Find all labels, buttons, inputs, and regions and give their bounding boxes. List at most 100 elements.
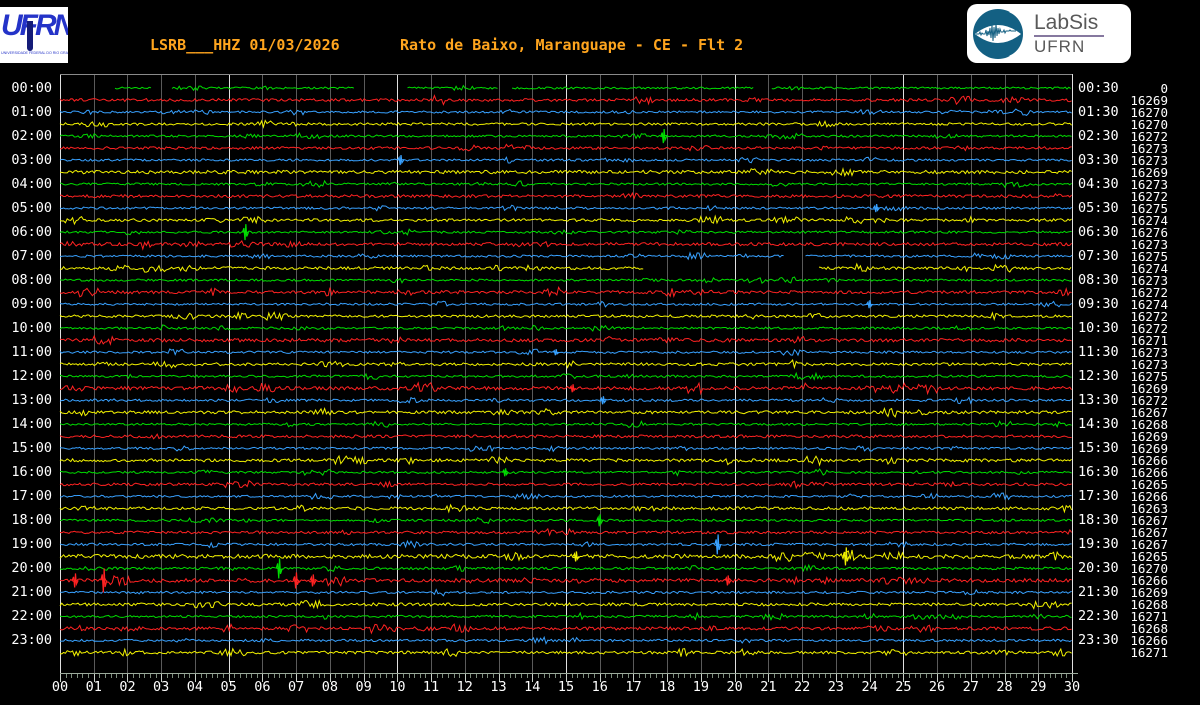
trace-row — [59, 262, 1072, 273]
minute-tick-label: 25 — [895, 679, 912, 695]
left-time-label: 03:00 — [11, 151, 52, 168]
trace-row — [59, 454, 1072, 467]
left-time-label: 14:00 — [11, 415, 52, 432]
trace-row — [59, 563, 1072, 572]
minute-tick-label: 06 — [254, 679, 271, 695]
minute-tick-label: 09 — [355, 679, 372, 695]
left-time-label: 16:00 — [11, 463, 52, 480]
left-time-label: 07:00 — [11, 247, 52, 264]
trace-row — [59, 516, 1072, 524]
left-time-label: 17:00 — [11, 487, 52, 504]
minute-tick-label: 20 — [726, 679, 743, 695]
trace-row — [59, 599, 1072, 610]
trace-row — [59, 108, 1072, 116]
trace-row — [59, 311, 1072, 322]
trace-row — [59, 276, 1072, 285]
left-time-label: 23:00 — [11, 631, 52, 648]
minute-tick-label: 12 — [456, 679, 473, 695]
helicorder-plot — [59, 74, 1078, 682]
minute-tick-label: 30 — [1063, 679, 1081, 695]
trace-row — [59, 119, 1072, 129]
trace-row — [59, 156, 1072, 164]
minute-tick-label: 13 — [490, 679, 507, 695]
minute-tick-label: 03 — [153, 679, 170, 695]
trace-row — [59, 539, 1072, 549]
trace-row — [59, 445, 1072, 453]
minute-tick-label: 08 — [321, 679, 338, 695]
helicorder-screen: UFRN UNIVERSIDADE FEDERAL DO RIO GRANDE … — [0, 0, 1200, 705]
event-spike — [309, 574, 317, 587]
left-time-label: 02:00 — [11, 127, 52, 144]
minute-tick-label: 00 — [51, 679, 69, 695]
trace-row — [59, 143, 1072, 152]
trace-row — [59, 492, 1072, 501]
left-time-label: 15:00 — [11, 439, 52, 456]
minute-tick-label: 28 — [996, 679, 1013, 695]
left-time-label: 19:00 — [11, 535, 52, 552]
trace-value-label: 16271 — [1130, 644, 1168, 660]
trace-row — [59, 94, 1072, 106]
trace-row — [59, 503, 1073, 514]
trace-row — [59, 191, 1072, 200]
trace-row — [114, 84, 1071, 92]
trace-row — [59, 647, 1072, 658]
trace-row — [59, 239, 1072, 251]
left-time-label: 11:00 — [11, 343, 52, 360]
trace-row — [59, 433, 1072, 440]
minute-tick-label: 07 — [287, 679, 305, 695]
minute-tick-label: 24 — [861, 679, 878, 695]
trace-row — [59, 527, 1073, 537]
left-time-label: 01:00 — [11, 103, 52, 120]
trace-row — [59, 334, 1072, 346]
trace-row — [59, 406, 1072, 418]
minute-tick-label: 02 — [119, 679, 136, 695]
trace-row — [59, 371, 1072, 381]
left-time-label: 08:00 — [11, 271, 52, 288]
minute-tick-label: 15 — [557, 679, 575, 695]
trace-row — [59, 574, 1072, 587]
minute-tick-label: 01 — [85, 679, 102, 695]
trace-row — [59, 300, 1072, 308]
minute-tick-label: 10 — [389, 679, 406, 695]
trace-row — [59, 611, 1072, 622]
left-time-label: 05:00 — [11, 199, 52, 216]
left-time-label: 06:00 — [11, 223, 52, 240]
trace-row — [59, 622, 1072, 635]
minute-tick-label: 05 — [220, 679, 237, 695]
trace-row — [59, 549, 1072, 563]
minute-tick-label: 11 — [422, 679, 440, 695]
trace-row — [59, 204, 1072, 212]
minute-tick-label: 04 — [186, 679, 204, 695]
left-time-label: 04:00 — [11, 175, 52, 192]
trace-row — [59, 479, 1072, 490]
trace-row — [59, 635, 1072, 645]
event-spike — [572, 551, 580, 562]
minute-tick-label: 16 — [591, 679, 608, 695]
minute-tick-label: 29 — [1030, 679, 1047, 695]
minute-tick-label: 26 — [928, 679, 946, 695]
left-time-label: 20:00 — [11, 559, 52, 576]
trace-row — [59, 132, 1072, 140]
left-time-label: 09:00 — [11, 295, 52, 312]
left-time-label: 00:00 — [11, 79, 52, 96]
trace-row — [59, 381, 1073, 396]
minute-tick-label: 17 — [625, 679, 642, 695]
left-time-label: 10:00 — [11, 319, 52, 336]
trace-row — [59, 588, 1072, 597]
trace-row — [59, 420, 1072, 428]
trace-row — [59, 286, 1072, 299]
trace-row — [59, 468, 1072, 477]
minute-tick-label: 18 — [659, 679, 676, 695]
left-time-label: 22:00 — [11, 607, 52, 624]
minute-tick-label: 23 — [827, 679, 844, 695]
minute-tick-label: 21 — [760, 679, 777, 695]
left-time-label: 18:00 — [11, 511, 52, 528]
left-time-label: 13:00 — [11, 391, 52, 408]
trace-row — [59, 214, 1072, 226]
trace-row — [59, 179, 1072, 189]
left-time-label: 12:00 — [11, 367, 52, 384]
minute-tick-label: 27 — [962, 679, 979, 695]
trace-row — [59, 167, 1072, 178]
trace-row — [59, 228, 1072, 236]
minute-tick-label: 22 — [793, 679, 811, 695]
